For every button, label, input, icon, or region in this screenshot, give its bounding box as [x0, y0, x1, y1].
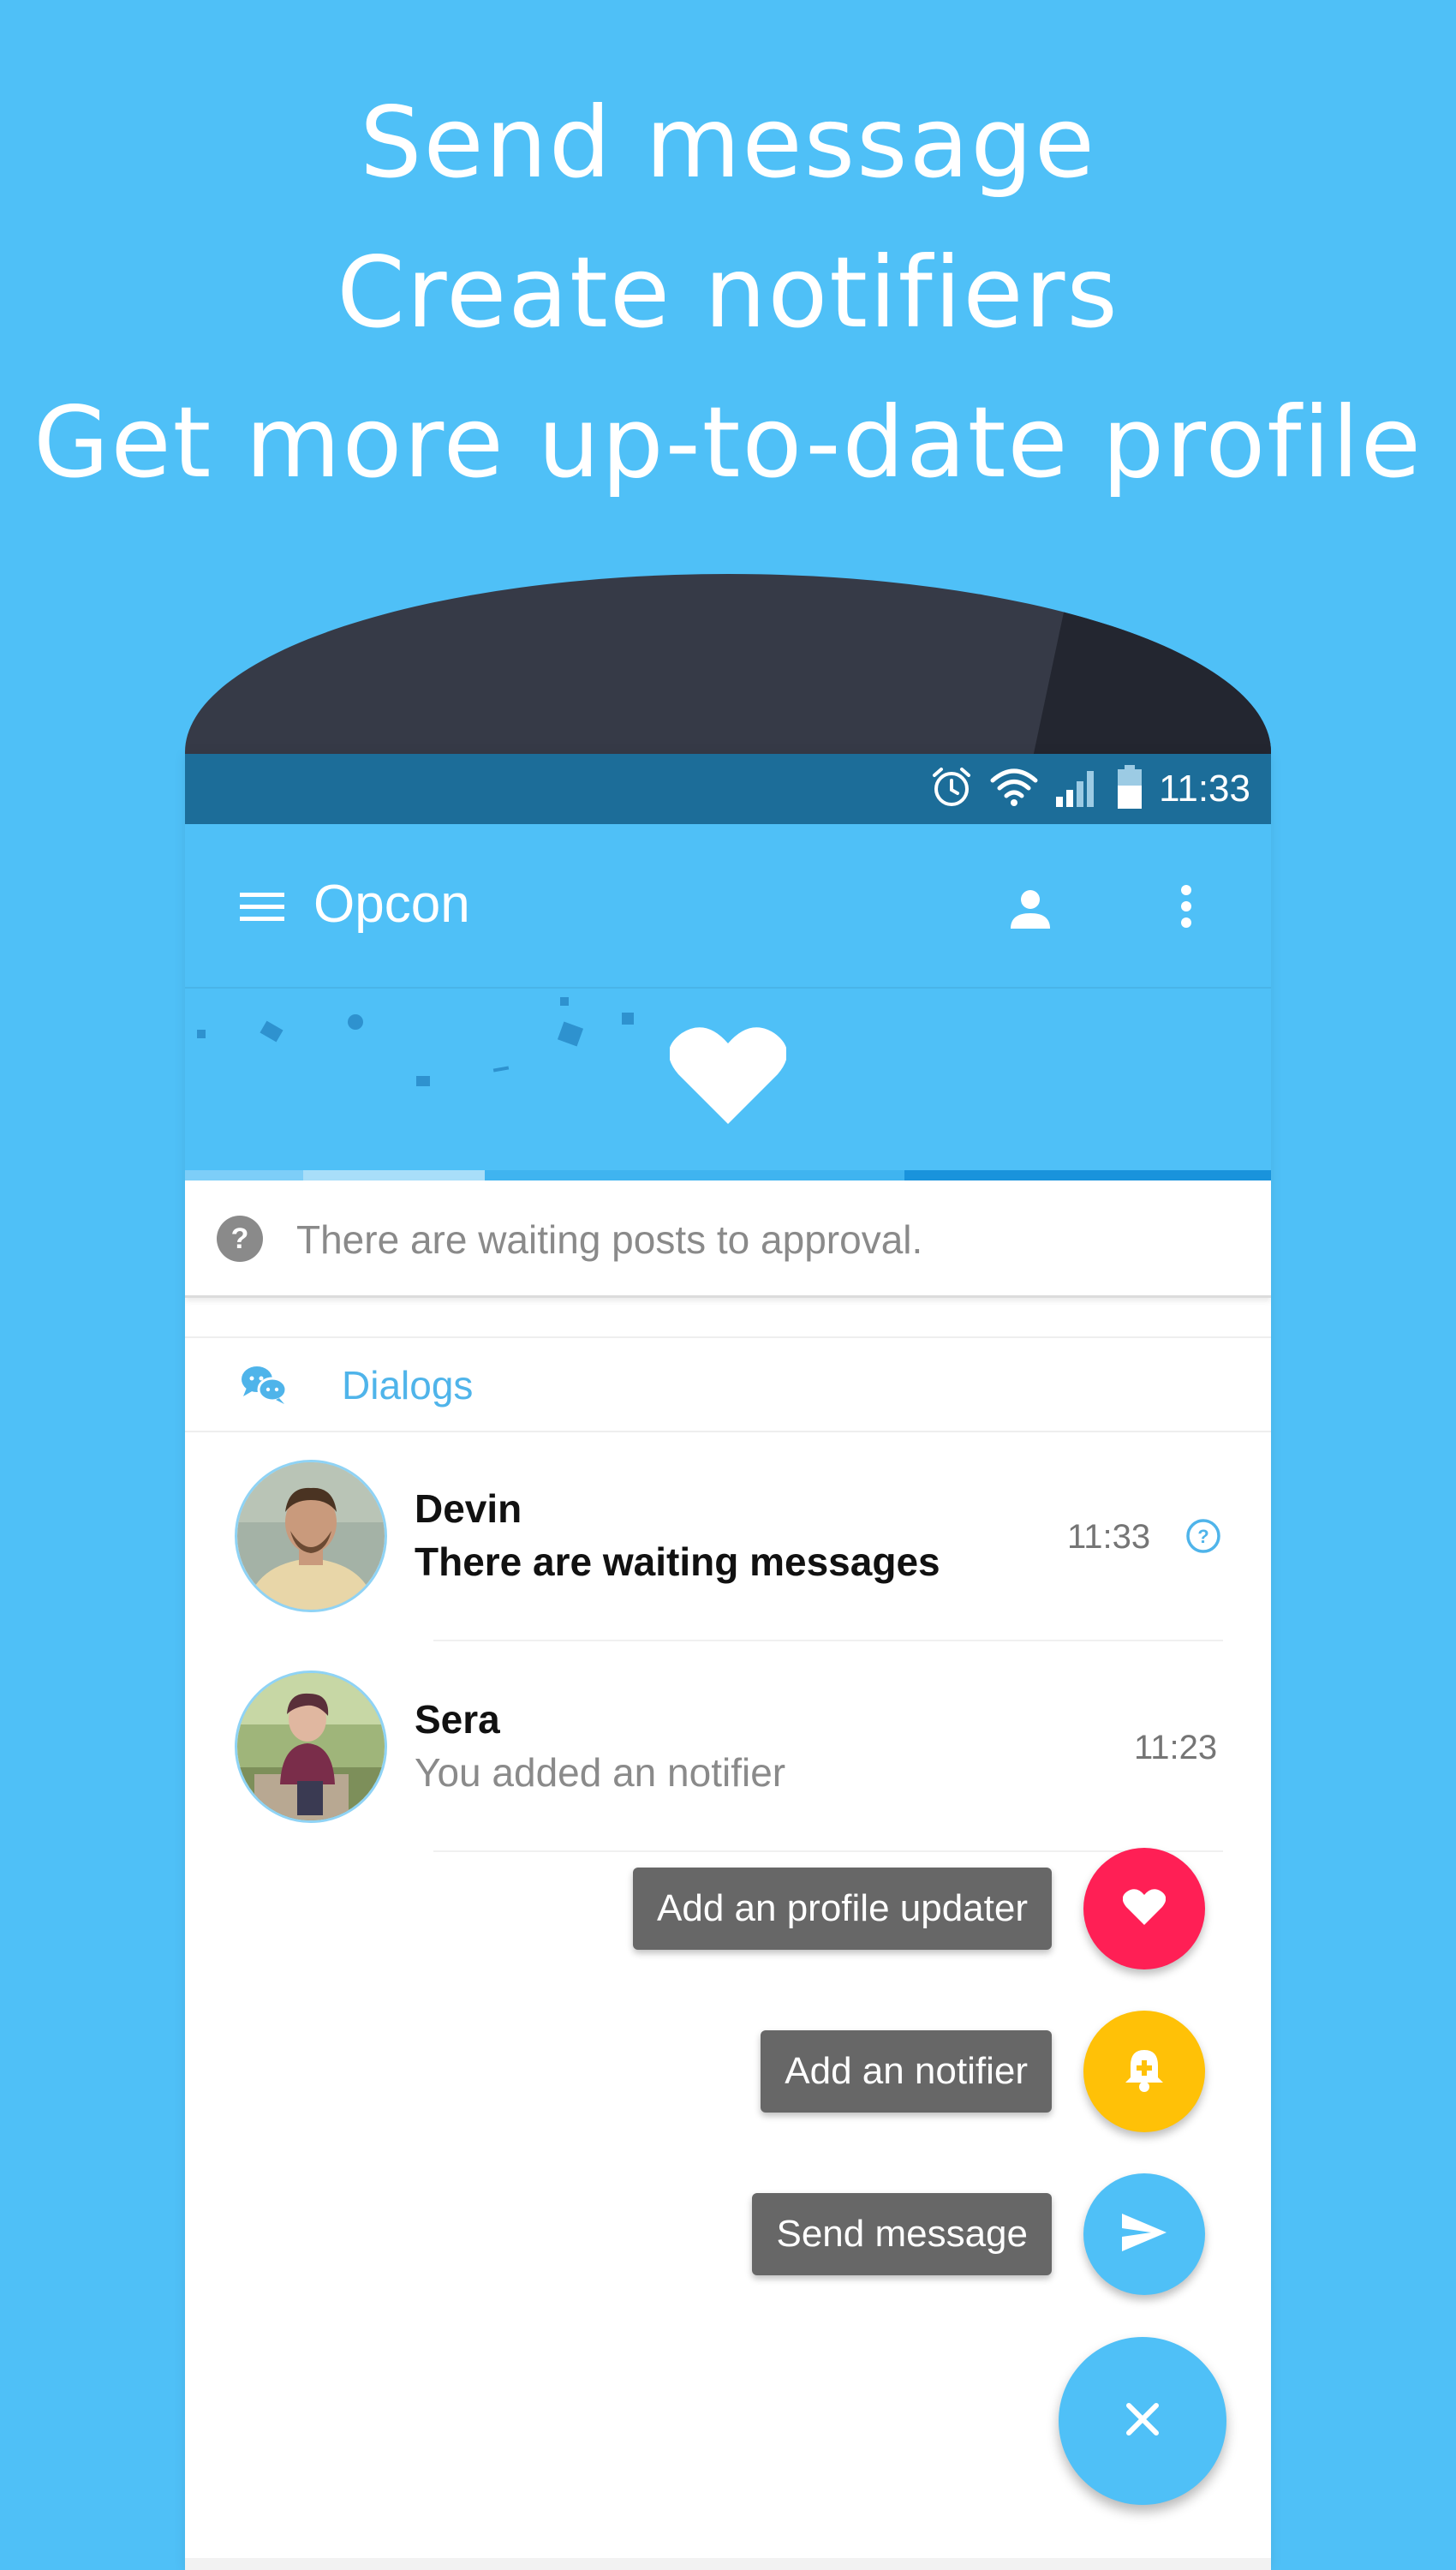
alarm-icon [929, 765, 974, 813]
dialog-name: Devin [415, 1486, 522, 1531]
app-title: Opcon [313, 875, 470, 934]
close-icon [1125, 2402, 1160, 2440]
signal-icon [1054, 766, 1101, 812]
chat-icon [240, 1364, 288, 1408]
heart-icon [1122, 1888, 1167, 1929]
dialog-item-sera[interactable]: Sera You added an notifier 11:23 [185, 1641, 1271, 1852]
more-vert-icon[interactable] [1180, 884, 1192, 932]
dialog-item-devin[interactable]: Devin There are waiting messages 11:33 ? [185, 1431, 1271, 1641]
dialog-name: Sera [415, 1697, 500, 1742]
hero-banner [185, 989, 1271, 1179]
fab-label-profile-updater[interactable]: Add an profile updater [633, 1868, 1052, 1950]
phone-bezel [185, 574, 1271, 773]
person-icon[interactable] [1011, 889, 1050, 932]
dialogs-section-header: Dialogs [185, 1336, 1271, 1432]
section-title: Dialogs [342, 1363, 474, 1408]
wifi-icon [989, 767, 1039, 811]
notice-text: There are waiting posts to approval. [296, 1217, 923, 1262]
menu-icon[interactable] [240, 891, 284, 927]
svg-text:?: ? [1197, 1526, 1208, 1547]
dialog-message: There are waiting messages [415, 1539, 940, 1584]
fab-label-send-message[interactable]: Send message [752, 2193, 1052, 2275]
add-profile-updater-button[interactable] [1083, 1848, 1205, 1969]
question-badge-icon: ? [1185, 1518, 1221, 1557]
status-bar: 11:33 [185, 754, 1271, 824]
add-notifier-button[interactable] [1083, 2011, 1205, 2132]
avatar [235, 1670, 387, 1823]
confetti-decoration [197, 1030, 206, 1038]
headline-create-notifiers: Create notifiers [337, 236, 1119, 350]
dialog-time: 11:23 [1134, 1729, 1218, 1766]
tab-indicator-strip [185, 1170, 1271, 1180]
fab-label-notifier[interactable]: Add an notifier [761, 2030, 1052, 2113]
close-fab-button[interactable] [1059, 2337, 1226, 2505]
app-bar: Opcon [185, 824, 1271, 989]
help-icon: ? [216, 1215, 264, 1266]
svg-text:?: ? [231, 1222, 249, 1255]
status-time: 11:33 [1159, 768, 1250, 810]
headline-send-message: Send message [360, 86, 1096, 200]
dialog-message: You added an notifier [415, 1750, 786, 1795]
heart-icon [668, 1025, 788, 1129]
send-icon [1120, 2212, 1168, 2256]
bell-plus-icon [1124, 2047, 1165, 2096]
avatar [235, 1460, 387, 1612]
send-message-button[interactable] [1083, 2173, 1205, 2295]
phone-screen: 11:33 Opcon ? There are waiting posts to… [185, 754, 1271, 2570]
battery-icon [1116, 765, 1143, 813]
dialog-time: 11:33 [1067, 1518, 1151, 1556]
headline-up-to-date-profile: Get more up-to-date profile [33, 386, 1423, 499]
pending-approval-notice[interactable]: ? There are waiting posts to approval. [185, 1180, 1271, 1298]
